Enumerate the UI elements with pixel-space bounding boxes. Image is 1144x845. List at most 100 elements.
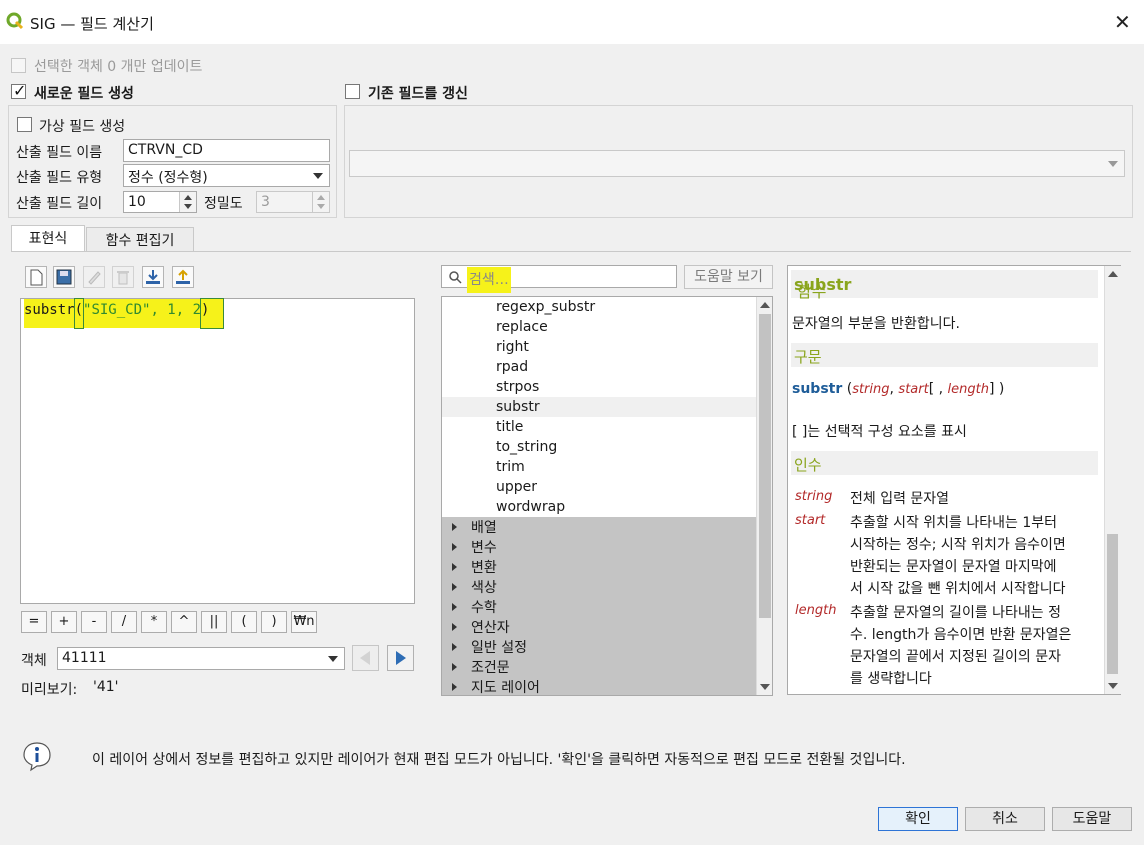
expand-arrow-icon[interactable]: [452, 623, 457, 631]
precision-spinbox: 3: [256, 191, 330, 213]
expand-arrow-icon[interactable]: [452, 583, 457, 591]
function-group-item[interactable]: 변환: [442, 557, 756, 577]
scroll-up-icon[interactable]: [760, 302, 770, 308]
scroll-down-icon[interactable]: [1108, 683, 1118, 689]
expression-editor[interactable]: substr("SIG_CD", 1, 2): [20, 298, 415, 604]
function-list-item[interactable]: strpos: [496, 379, 539, 395]
tab-expression[interactable]: 표현식: [11, 225, 85, 252]
help-syntax-heading-text: 구문: [794, 348, 822, 366]
virtual-field-checkbox[interactable]: [17, 117, 32, 132]
update-existing-field-checkbox[interactable]: [345, 84, 360, 99]
expression-function: substr: [24, 299, 75, 328]
help-title-prefix: 함수: [797, 282, 827, 301]
function-list-item[interactable]: to_string: [496, 439, 557, 455]
function-group-item[interactable]: 일반 설정: [442, 637, 756, 657]
import-button[interactable]: [142, 266, 164, 288]
existing-field-select: [349, 150, 1125, 177]
help-scrollbar[interactable]: [1104, 266, 1121, 694]
operator-button[interactable]: *: [141, 611, 167, 633]
field-name-input[interactable]: CTRVN_CD: [123, 139, 330, 162]
checkmark-icon: ✓: [13, 81, 27, 100]
arrow-right-icon: [396, 651, 406, 665]
help-arg-name: start: [795, 513, 826, 528]
function-list-item[interactable]: regexp_substr: [496, 299, 595, 315]
function-list-item[interactable]: wordwrap: [496, 499, 565, 515]
expand-arrow-icon[interactable]: [452, 603, 457, 611]
chevron-down-icon: [313, 173, 323, 179]
function-list[interactable]: regexp_substrreplace right rpad strpos subst…: [441, 296, 773, 696]
save-button[interactable]: [53, 266, 75, 288]
function-list-scrollbar[interactable]: [756, 297, 772, 695]
expand-arrow-icon[interactable]: [452, 663, 457, 671]
pencil-icon: [88, 271, 101, 285]
function-list-item[interactable]: substr: [496, 399, 540, 415]
help-args-heading-text: 인수: [794, 456, 822, 474]
create-new-field-label: 새로운 필드 생성: [34, 86, 134, 102]
function-group-item[interactable]: 조건문: [442, 657, 756, 677]
function-group-label: 변환: [471, 560, 497, 576]
operator-button[interactable]: ||: [201, 611, 227, 633]
search-input[interactable]: 검색…: [441, 265, 677, 293]
function-list-item[interactable]: right: [496, 339, 529, 355]
search-icon: [449, 271, 462, 284]
function-list-item[interactable]: upper: [496, 479, 537, 495]
spin-arrows-icon[interactable]: [179, 192, 196, 212]
help-arg-name: length: [795, 603, 837, 618]
tab-divider: [11, 251, 1131, 252]
help-description: 문자열의 부분을 반환합니다.: [792, 316, 960, 332]
qgis-logo-icon: [6, 12, 24, 30]
new-file-button[interactable]: [25, 266, 47, 288]
operator-button[interactable]: ₩n: [291, 611, 317, 633]
operator-button[interactable]: (: [231, 611, 257, 633]
operator-button[interactable]: /: [111, 611, 137, 633]
field-length-label: 산출 필드 길이: [16, 196, 103, 212]
show-help-button[interactable]: 도움말 보기: [684, 265, 773, 289]
function-group-item[interactable]: 변수: [442, 537, 756, 557]
operator-button[interactable]: -: [81, 611, 107, 633]
info-icon: [23, 742, 51, 772]
function-list-item[interactable]: trim: [496, 459, 525, 475]
new-file-icon: [30, 269, 43, 286]
preview-label: 미리보기:: [21, 682, 78, 698]
field-length-spinbox[interactable]: 10: [123, 191, 197, 213]
expand-arrow-icon[interactable]: [452, 563, 457, 571]
expand-arrow-icon[interactable]: [452, 523, 457, 531]
create-new-field-checkbox[interactable]: ✓: [11, 81, 27, 100]
expand-arrow-icon[interactable]: [452, 543, 457, 551]
close-icon[interactable]: ✕: [1114, 10, 1131, 34]
scroll-up-icon[interactable]: [1108, 271, 1118, 277]
field-type-select[interactable]: 정수 (정수형): [123, 164, 330, 187]
precision-value: 3: [261, 194, 270, 210]
syntax-open: (: [842, 381, 853, 397]
ok-button[interactable]: 확인: [878, 807, 958, 831]
function-group-item[interactable]: 색상: [442, 577, 756, 597]
function-group-label: 변수: [471, 540, 497, 556]
function-group-item[interactable]: 배열: [442, 517, 756, 537]
function-group-item[interactable]: 지도 레이어: [442, 677, 756, 695]
tab-function-editor[interactable]: 함수 편집기: [86, 227, 194, 252]
function-group-item[interactable]: 연산자: [442, 617, 756, 637]
function-list-item[interactable]: rpad: [496, 359, 528, 375]
operator-button[interactable]: =: [21, 611, 47, 633]
scrollbar-thumb[interactable]: [1107, 534, 1118, 674]
operator-button[interactable]: ): [261, 611, 287, 633]
window-title: SIG — 필드 계산기: [30, 15, 154, 33]
export-button[interactable]: [172, 266, 194, 288]
scrollbar-thumb[interactable]: [759, 314, 771, 618]
cancel-button[interactable]: 취소: [965, 807, 1045, 831]
expand-arrow-icon[interactable]: [452, 683, 457, 691]
operator-button[interactable]: ^: [171, 611, 197, 633]
expression-text[interactable]: substr("SIG_CD", 1, 2): [24, 298, 225, 329]
search-placeholder: 검색…: [467, 267, 511, 293]
expand-arrow-icon[interactable]: [452, 643, 457, 651]
scroll-down-icon[interactable]: [760, 684, 770, 690]
help-button[interactable]: 도움말: [1052, 807, 1132, 831]
operator-button[interactable]: +: [51, 611, 77, 633]
syntax-func: substr: [792, 381, 843, 397]
function-list-item[interactable]: title: [496, 419, 523, 435]
next-feature-button[interactable]: [387, 645, 414, 671]
info-message: 이 레이어 상에서 정보를 편집하고 있지만 레이어가 현재 편집 모드가 아닙…: [92, 752, 906, 768]
function-list-item[interactable]: replace: [496, 319, 548, 335]
feature-select[interactable]: 41111: [57, 647, 345, 670]
function-group-item[interactable]: 수학: [442, 597, 756, 617]
